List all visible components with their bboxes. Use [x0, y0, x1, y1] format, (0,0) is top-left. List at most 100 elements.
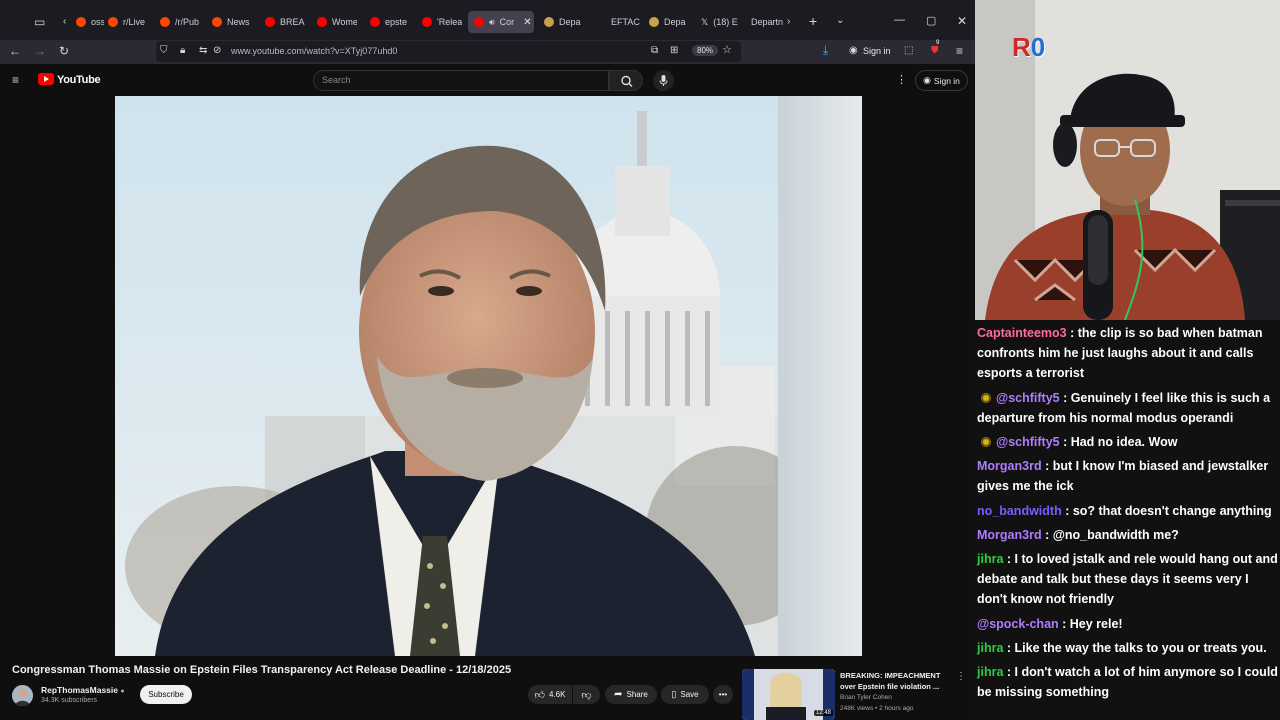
- search-input[interactable]: [313, 70, 609, 91]
- more-actions-button[interactable]: •••: [713, 685, 733, 704]
- thumbs-up-icon: 👍︎: [534, 689, 545, 701]
- reddit-icon: [212, 17, 222, 27]
- chat-username[interactable]: no_bandwidth: [977, 504, 1062, 518]
- subscriber-count: 34.3K subscribers: [41, 697, 98, 704]
- tab-label: Depa: [664, 17, 686, 27]
- ublock-icon[interactable]: ⛊: [931, 45, 939, 57]
- tab-2[interactable]: /r/Pub: [154, 11, 200, 33]
- chat-username[interactable]: @schfifty5: [996, 435, 1060, 449]
- lock-icon[interactable]: 🔒︎: [180, 45, 185, 57]
- channel-name[interactable]: RepThomasMassie ●: [41, 685, 125, 695]
- search-button[interactable]: [609, 70, 643, 91]
- tab-overview-icon[interactable]: ▭: [34, 16, 45, 28]
- tab-active[interactable]: 🔊︎ Cor ✕: [468, 11, 534, 33]
- voice-search-button[interactable]: [653, 70, 674, 91]
- chat-username[interactable]: jihra: [977, 641, 1003, 655]
- url-text[interactable]: www.youtube.com/watch?v=XTyj077uhd0: [231, 46, 397, 56]
- tab-10[interactable]: EFTAC: [590, 11, 640, 33]
- video-player[interactable]: [115, 96, 862, 656]
- tab-7[interactable]: 'Relea: [416, 11, 462, 33]
- reddit-icon: [76, 17, 86, 27]
- stream-logo: R0: [1012, 32, 1045, 63]
- tab-4[interactable]: BREA: [259, 11, 305, 33]
- youtube-icon: [474, 17, 484, 27]
- picture-in-picture-icon[interactable]: ⧉: [651, 45, 658, 57]
- youtube-wordmark[interactable]: YouTube: [57, 74, 101, 86]
- close-window-icon[interactable]: ✕: [957, 15, 967, 27]
- user-circle-icon: ◉: [923, 75, 931, 85]
- close-tab-icon[interactable]: ✕: [523, 17, 531, 28]
- youtube-icon: [370, 17, 380, 27]
- recommended-meta: 248K views • 2 hours ago: [840, 705, 914, 712]
- search-icon: [621, 75, 633, 87]
- autoplay-blocked-icon[interactable]: ⊘: [213, 45, 221, 57]
- share-label: Share: [626, 690, 648, 699]
- subscribe-button[interactable]: Subscribe: [140, 685, 192, 704]
- app-menu-icon[interactable]: ≡: [956, 45, 963, 57]
- permissions-icon[interactable]: ⇆: [199, 45, 207, 57]
- youtube-logo-icon[interactable]: [38, 73, 54, 85]
- new-tab-icon[interactable]: +: [809, 14, 817, 28]
- tabs-scroll-right-icon[interactable]: ›: [787, 16, 790, 28]
- tab-11[interactable]: Depa: [643, 11, 691, 33]
- speaker-icon[interactable]: 🔊︎: [489, 17, 495, 28]
- downloads-icon[interactable]: ⤓: [823, 44, 828, 56]
- recommended-more-icon[interactable]: ⋮: [956, 671, 966, 683]
- chat-message: jihra : I to loved jstalk and rele would…: [977, 552, 1278, 606]
- stream-logo-r: R: [1012, 32, 1031, 62]
- tab-13[interactable]: Departn: [745, 11, 787, 33]
- save-button[interactable]: ▯ Save: [661, 685, 709, 704]
- tab-6[interactable]: epste: [364, 11, 410, 33]
- recommended-title[interactable]: BREAKING: IMPEACHMENT over Epstein file …: [840, 670, 950, 692]
- tab-label: 'Relea: [437, 17, 462, 27]
- page-icon: [596, 17, 606, 27]
- chat-username[interactable]: Morgan3rd: [977, 459, 1042, 473]
- tab-label: News: [227, 17, 250, 27]
- more-options-icon[interactable]: ⋮: [896, 74, 907, 86]
- tabs-scroll-left-icon[interactable]: ‹: [63, 16, 66, 28]
- minimize-icon[interactable]: —: [894, 14, 905, 26]
- tab-3[interactable]: News: [206, 11, 254, 33]
- youtube-sign-in-button[interactable]: ◉ Sign in: [915, 70, 968, 91]
- tab-12[interactable]: 𝕏 (18) E: [695, 11, 741, 33]
- account-icon[interactable]: ◉: [849, 45, 858, 57]
- like-button[interactable]: 👍︎ 4.6K: [528, 685, 572, 704]
- dislike-button[interactable]: 👎︎: [573, 685, 600, 704]
- chat-message: @schfifty5 : Had no idea. Wow: [977, 432, 1279, 452]
- chat-username[interactable]: Morgan3rd: [977, 528, 1042, 542]
- extensions-icon[interactable]: ⬚: [904, 45, 913, 57]
- hamburger-menu-icon[interactable]: ≡: [12, 74, 19, 86]
- chat-message: jihra : I don't watch a lot of him anymo…: [977, 665, 1278, 699]
- download-page-icon[interactable]: ⊞: [670, 45, 678, 57]
- bookmark-star-icon[interactable]: ☆: [722, 44, 732, 56]
- share-button[interactable]: ➦ Share: [605, 685, 657, 704]
- chat-text: I don't watch a lot of him anymore so I …: [977, 665, 1278, 699]
- tab-5[interactable]: Wome: [311, 11, 357, 33]
- back-icon[interactable]: ←: [9, 45, 21, 57]
- bookmark-icon: ▯: [671, 689, 677, 699]
- chat-username[interactable]: jihra: [977, 665, 1003, 679]
- chat-username[interactable]: @schfifty5: [996, 391, 1060, 405]
- tab-9[interactable]: Depa: [538, 11, 586, 33]
- chat-username[interactable]: Captainteemo3: [977, 326, 1067, 340]
- forward-icon[interactable]: →: [34, 45, 46, 57]
- browser-sign-in[interactable]: Sign in: [863, 46, 891, 56]
- chat-username[interactable]: @spock-chan: [977, 617, 1059, 631]
- youtube-icon: [317, 17, 327, 27]
- maximize-icon[interactable]: ▢: [926, 15, 936, 27]
- chat-username[interactable]: jihra: [977, 552, 1003, 566]
- tab-0[interactable]: osst: [70, 11, 104, 33]
- ublock-count: 9: [936, 40, 940, 46]
- tab-1[interactable]: r/Live: [102, 11, 148, 33]
- zoom-level[interactable]: 80%: [692, 45, 719, 56]
- channel-name-text[interactable]: RepThomasMassie: [41, 685, 118, 695]
- list-tabs-icon[interactable]: ⌄: [836, 15, 844, 27]
- reload-icon[interactable]: ↻: [59, 45, 69, 57]
- channel-avatar[interactable]: [12, 685, 33, 706]
- verified-icon: ●: [120, 688, 125, 695]
- shield-icon[interactable]: ⛉: [160, 45, 168, 57]
- tab-label: Wome: [332, 17, 357, 27]
- recommended-channel[interactable]: Brian Tyler Cohen: [840, 694, 892, 701]
- doj-icon: [544, 17, 554, 27]
- reddit-icon: [108, 17, 118, 27]
